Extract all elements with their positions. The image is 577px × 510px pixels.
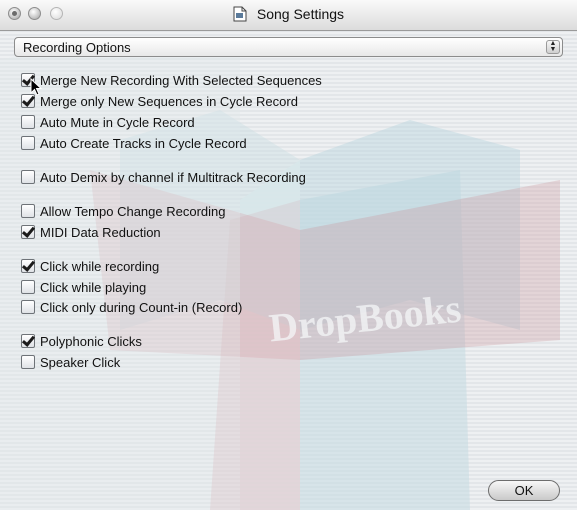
option-merge-only-new-sequences[interactable]: Merge only New Sequences in Cycle Record (21, 93, 298, 109)
option-label: Merge only New Sequences in Cycle Record (40, 93, 298, 109)
option-polyphonic-clicks[interactable]: Polyphonic Clicks (21, 333, 142, 349)
option-label: Merge New Recording With Selected Sequen… (40, 72, 322, 88)
option-auto-create-tracks[interactable]: Auto Create Tracks in Cycle Record (21, 135, 247, 151)
checkbox-unchecked[interactable] (21, 280, 35, 294)
option-label: Allow Tempo Change Recording (40, 203, 226, 219)
option-midi-data-reduction[interactable]: MIDI Data Reduction (21, 224, 161, 240)
option-auto-mute[interactable]: Auto Mute in Cycle Record (21, 114, 195, 130)
option-label: Click while recording (40, 258, 160, 274)
option-allow-tempo-change[interactable]: Allow Tempo Change Recording (21, 203, 225, 219)
mouse-pointer-icon (30, 78, 43, 96)
checkbox-unchecked[interactable] (21, 136, 35, 150)
checkbox-checked[interactable] (21, 259, 35, 273)
checkbox-checked[interactable] (21, 334, 35, 348)
option-click-while-playing[interactable]: Click while playing (21, 279, 146, 295)
checkbox-checked[interactable] (21, 225, 35, 239)
option-label: Auto Demix by channel if Multitrack Reco… (40, 169, 306, 185)
option-label: MIDI Data Reduction (40, 224, 161, 240)
watermark-text: DropBooks (267, 286, 463, 351)
title-bar: Song Settings (0, 0, 577, 31)
option-merge-new-recording[interactable]: Merge New Recording With Selected Sequen… (21, 72, 322, 88)
window-title: Song Settings (256, 6, 345, 22)
up-down-arrows-icon: ▲ ▼ (546, 40, 560, 54)
checkbox-unchecked[interactable] (21, 355, 35, 369)
window-title-group: Song Settings (0, 6, 577, 22)
document-icon (233, 6, 247, 22)
option-label: Click while playing (40, 279, 147, 295)
option-label: Auto Create Tracks in Cycle Record (40, 135, 247, 151)
song-settings-window: Song Settings DropBooks Recording Option… (0, 0, 577, 510)
checkbox-unchecked[interactable] (21, 115, 35, 129)
option-auto-demix[interactable]: Auto Demix by channel if Multitrack Reco… (21, 169, 306, 185)
option-click-count-in[interactable]: Click only during Count-in (Record) (21, 299, 242, 315)
option-click-while-recording[interactable]: Click while recording (21, 258, 159, 274)
checkbox-unchecked[interactable] (21, 170, 35, 184)
option-label: Click only during Count-in (Record) (40, 299, 243, 315)
option-label: Polyphonic Clicks (40, 333, 142, 349)
option-speaker-click[interactable]: Speaker Click (21, 354, 120, 370)
checkbox-unchecked[interactable] (21, 204, 35, 218)
checkbox-unchecked[interactable] (21, 300, 35, 314)
option-label: Speaker Click (40, 354, 121, 370)
recording-options-popup[interactable]: Recording Options ▲ ▼ (14, 37, 563, 57)
ok-button[interactable]: OK (488, 480, 560, 501)
option-label: Auto Mute in Cycle Record (40, 114, 195, 130)
popup-selected-value: Recording Options (23, 40, 131, 55)
